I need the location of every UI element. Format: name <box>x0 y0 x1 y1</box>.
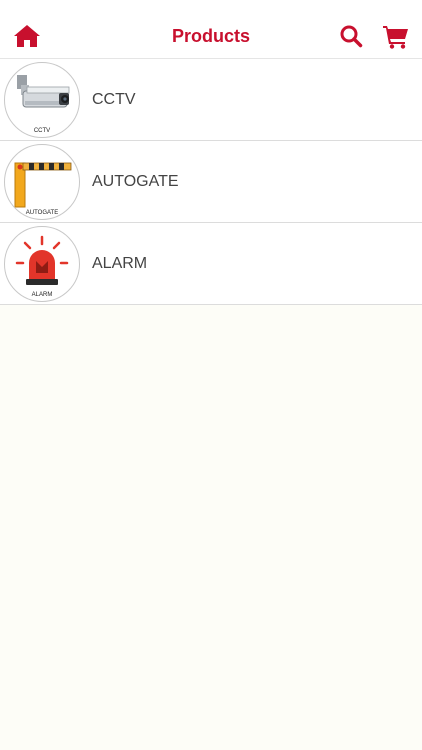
product-thumbnail: AUTOGATE <box>4 144 80 220</box>
barrier-gate-icon <box>14 162 72 208</box>
product-thumbnail: CCTV <box>4 62 80 138</box>
siren-alarm-icon <box>15 235 69 285</box>
product-label: AUTOGATE <box>92 173 179 190</box>
product-thumbnail: ALARM <box>4 226 80 302</box>
search-button[interactable] <box>331 16 371 56</box>
thumbnail-caption: CCTV <box>33 128 51 134</box>
cart-icon <box>383 26 408 49</box>
thumbnail-caption: AUTOGATE <box>25 210 59 216</box>
product-label: CCTV <box>92 91 136 108</box>
product-row-alarm[interactable]: ALARM ALARM <box>0 223 422 305</box>
products-screen: Products CCTV CCTV AUTOGATE AUTOGATE ALA… <box>0 0 422 750</box>
thumbnail-caption: ALARM <box>31 292 53 298</box>
cart-button[interactable] <box>376 16 416 56</box>
search-icon <box>340 25 363 48</box>
top-navigation-bar: Products <box>0 0 422 59</box>
product-list: CCTV CCTV AUTOGATE AUTOGATE ALARM ALARM <box>0 59 422 305</box>
product-row-cctv[interactable]: CCTV CCTV <box>0 59 422 141</box>
product-row-autogate[interactable]: AUTOGATE AUTOGATE <box>0 141 422 223</box>
product-label: ALARM <box>92 255 148 272</box>
cctv-camera-icon <box>17 75 70 108</box>
